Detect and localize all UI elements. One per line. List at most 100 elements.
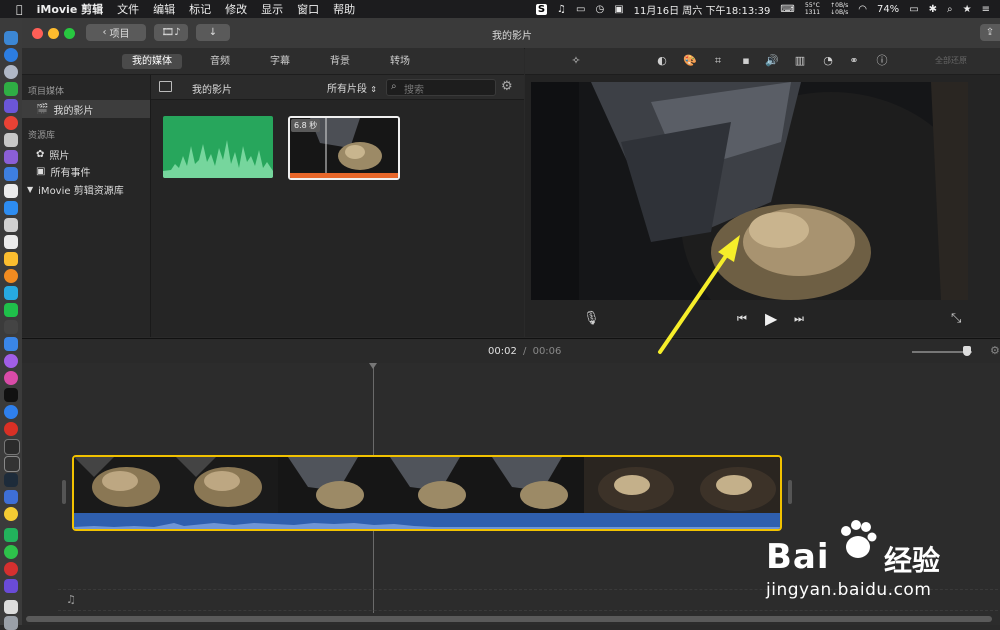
control-center-icon[interactable]: ≡	[982, 4, 990, 15]
dock-app-icon[interactable]	[4, 490, 18, 504]
sidebar-item-photos[interactable]: ✿ 照片	[36, 147, 69, 162]
dock-app-icon[interactable]	[4, 562, 18, 576]
horizontal-scrollbar[interactable]	[26, 616, 992, 622]
disclosure-triangle-icon[interactable]: ▼	[27, 185, 33, 194]
tab-transitions[interactable]: 转场	[380, 54, 420, 69]
crop-icon[interactable]: ⌗	[711, 54, 725, 68]
spotlight-icon[interactable]: ⌕	[947, 4, 953, 15]
magic-wand-icon[interactable]: ✧	[569, 54, 583, 68]
clip-trim-right-handle[interactable]	[788, 480, 792, 504]
dock-app-icon[interactable]	[4, 252, 18, 266]
minimize-window-button[interactable]	[48, 28, 59, 39]
tab-titles[interactable]: 字幕	[260, 54, 300, 69]
clock-icon[interactable]: ◷	[595, 4, 604, 15]
bluetooth-icon[interactable]: ✱	[929, 4, 937, 15]
tab-my-media[interactable]: 我的媒体	[122, 54, 182, 69]
dock-app-icon[interactable]	[4, 99, 18, 113]
tab-backgrounds[interactable]: 背景	[320, 54, 360, 69]
close-window-button[interactable]	[32, 28, 43, 39]
temperature-readout[interactable]: 55°C 1311	[805, 2, 820, 16]
dock-app-icon[interactable]	[4, 579, 18, 593]
menu-view[interactable]: 显示	[261, 1, 283, 17]
microphone-icon[interactable]: 🎙	[583, 311, 600, 326]
video-clip-thumbnail[interactable]: 6.8 秒	[288, 116, 400, 180]
settings-gear-icon[interactable]: ⚙	[501, 79, 513, 94]
menu-modify[interactable]: 修改	[225, 1, 247, 17]
equalizer-icon[interactable]: ▥	[793, 54, 807, 68]
back-to-projects-button[interactable]: ‹ 项目	[86, 24, 146, 41]
apple-icon[interactable]: 	[16, 3, 23, 16]
stabilization-camera-icon[interactable]: ▪	[739, 54, 753, 68]
audio-clip-thumbnail[interactable]	[163, 116, 273, 178]
search-field[interactable]: ⌕ 搜索	[386, 79, 496, 96]
zoom-window-button[interactable]	[64, 28, 75, 39]
battery-icon[interactable]: ▭	[909, 4, 918, 15]
sidebar-item-all-events[interactable]: ▣ 所有事件	[36, 164, 90, 179]
dock-app-icon[interactable]	[4, 65, 18, 79]
dock-app-icon[interactable]	[4, 371, 18, 385]
wifi-icon[interactable]: ◠	[858, 4, 867, 15]
menu-window[interactable]: 窗口	[297, 1, 319, 17]
dock-app-icon[interactable]	[4, 320, 18, 334]
sidebar-toggle-icon[interactable]	[159, 81, 172, 92]
star-icon[interactable]: ★	[963, 4, 972, 15]
dock-app-icon[interactable]	[4, 600, 18, 614]
status-app-icon[interactable]: S	[535, 3, 548, 15]
dock-app-icon[interactable]	[4, 354, 18, 368]
dock-app-icon[interactable]	[4, 422, 18, 436]
battery-percent[interactable]: 74%	[877, 4, 899, 15]
menu-mark[interactable]: 标记	[189, 1, 211, 17]
dock-app-icon[interactable]	[4, 388, 18, 402]
dock-app-icon[interactable]	[4, 167, 18, 181]
dock-app-icon[interactable]	[4, 48, 18, 62]
dock-app-icon[interactable]	[4, 150, 18, 164]
dock-app-icon[interactable]	[4, 303, 18, 317]
dock-app-icon[interactable]	[4, 31, 18, 45]
play-button[interactable]: ▶	[765, 309, 777, 328]
color-balance-icon[interactable]: ◐	[655, 54, 669, 68]
filter-overlay-icon[interactable]: ⚭	[847, 54, 861, 68]
playhead-handle[interactable]	[369, 363, 377, 369]
dock-app-icon[interactable]	[4, 473, 18, 487]
dock-app-icon[interactable]	[4, 337, 18, 351]
dock-app-icon[interactable]	[4, 116, 18, 130]
dock-app-icon[interactable]	[4, 184, 18, 198]
dock-app-icon[interactable]	[4, 133, 18, 147]
next-frame-button[interactable]: ⏭	[794, 312, 804, 326]
dock-app-icon[interactable]	[4, 218, 18, 232]
fullscreen-icon[interactable]: ⤡	[951, 311, 961, 326]
previous-frame-button[interactable]: ⏮	[737, 312, 747, 326]
dock-app-icon[interactable]	[4, 405, 18, 419]
clip-filter-select[interactable]: 所有片段 ⇕	[327, 80, 377, 95]
menu-file[interactable]: 文件	[117, 1, 139, 17]
sidebar-item-library[interactable]: ▼ iMovie 剪辑资源库	[27, 182, 124, 197]
datetime-label[interactable]: 11月16日 周六 下午18:13:39	[634, 2, 771, 17]
share-button[interactable]: ⇪	[980, 24, 1000, 41]
color-palette-icon[interactable]: 🎨	[683, 54, 697, 68]
import-button[interactable]: ↓	[196, 24, 230, 41]
dock-app-icon[interactable]	[4, 235, 18, 249]
dock-app-icon[interactable]	[4, 286, 18, 300]
dock-app-icon[interactable]	[4, 82, 18, 96]
dock-app-icon[interactable]	[4, 269, 18, 283]
sidebar-item-my-movie[interactable]: 🎬 我的影片	[36, 102, 93, 117]
dock-app-icon[interactable]	[4, 439, 20, 455]
dock-app-icon[interactable]	[4, 545, 18, 559]
zoom-slider-thumb[interactable]	[963, 346, 971, 356]
dock-app-icon[interactable]	[4, 201, 18, 215]
clip-trim-left-handle[interactable]	[62, 480, 66, 504]
trash-icon[interactable]	[4, 616, 18, 630]
reset-all-button[interactable]: 全部还原	[935, 55, 967, 66]
menu-app-name[interactable]: iMovie 剪辑	[37, 1, 104, 17]
media-library-toggle-button[interactable]: 🎞♪	[154, 24, 188, 41]
message-icon[interactable]: ▭	[576, 4, 585, 15]
dock-app-icon[interactable]	[4, 507, 18, 521]
display-icon[interactable]: ▣	[614, 4, 623, 15]
dock-app-icon[interactable]	[4, 456, 20, 472]
timeline-video-clip[interactable]	[72, 455, 782, 531]
music-icon[interactable]: ♫	[557, 4, 566, 15]
menu-help[interactable]: 帮助	[333, 1, 355, 17]
speed-gauge-icon[interactable]: ◔	[821, 54, 835, 68]
hardware-icon[interactable]: ⌨	[780, 4, 794, 15]
network-speed-readout[interactable]: ↑0B/s ↓0B/s	[830, 2, 848, 16]
